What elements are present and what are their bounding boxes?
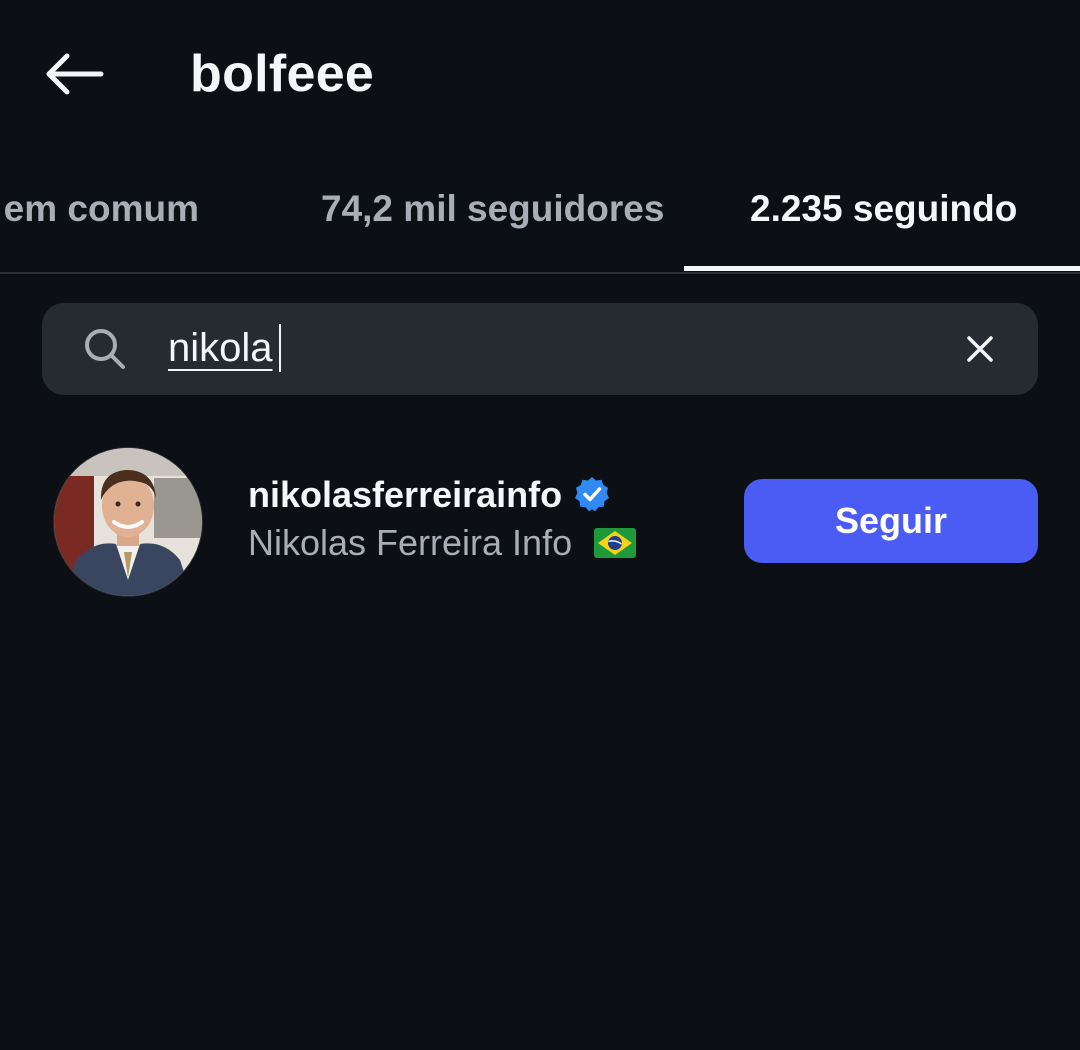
avatar-image [54,448,202,596]
search-icon [85,329,125,369]
brazil-flag-icon [594,528,636,558]
tab-bar: 5 em comum 74,2 mil seguidores 2.235 seg… [0,160,1080,274]
active-tab-indicator [684,266,1080,271]
tab-following[interactable]: 2.235 seguindo [750,184,1017,234]
back-button[interactable] [36,42,112,106]
text-caret [279,324,281,372]
arrow-left-icon [46,53,104,95]
result-username[interactable]: nikolasferreirainfo [248,472,562,518]
avatar[interactable] [54,448,202,596]
header: bolfeee [0,0,1080,150]
list-item[interactable]: nikolasferreirainfo Nikolas Ferreira Inf… [0,440,1080,605]
clear-search-button[interactable] [956,325,1004,373]
search-input[interactable]: nikola [168,322,273,374]
tab-mutual[interactable]: 5 em comum [0,184,199,234]
tab-followers[interactable]: 74,2 mil seguidores [321,184,664,234]
follow-button[interactable]: Seguir [744,479,1038,563]
page-title: bolfeee [190,45,375,103]
app-window: bolfeee 5 em comum 74,2 mil seguidores 2… [0,0,1080,1050]
close-icon [967,336,993,362]
verified-badge-icon [575,477,609,512]
result-full-name: Nikolas Ferreira Info [248,522,573,563]
